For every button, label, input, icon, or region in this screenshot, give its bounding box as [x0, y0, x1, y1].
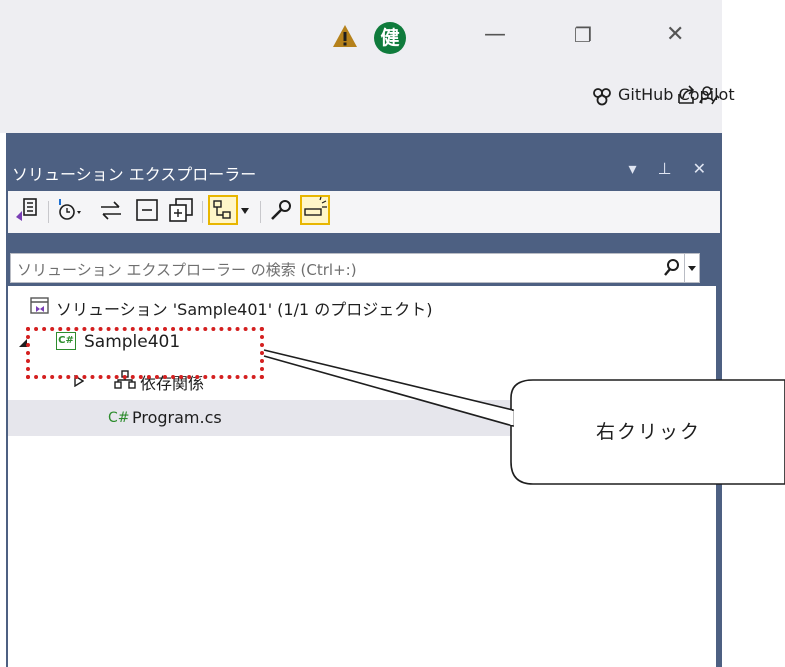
callout-text: 右クリック [596, 421, 702, 443]
callout-bubble [263, 349, 785, 485]
